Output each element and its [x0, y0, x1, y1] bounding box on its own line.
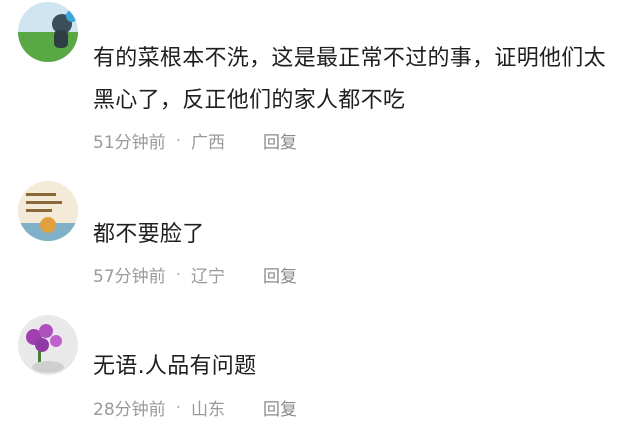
comment-text: 有的菜根本不洗，这是最正常不过的事，证明他们太黑心了，反正他们的家人都不吃: [93, 46, 606, 113]
user-avatar-green-field-icon: [18, 2, 78, 62]
comment-region: 广西: [191, 133, 226, 153]
reply-button[interactable]: 回复: [263, 262, 297, 287]
comment-time: 51分钟前: [93, 133, 166, 153]
reply-button[interactable]: 回复: [263, 128, 297, 153]
user-avatar[interactable]: [18, 315, 78, 375]
comment-time: 28分钟前: [93, 400, 166, 420]
meta-separator: ·: [175, 264, 182, 285]
comment-region: 山东: [191, 400, 226, 420]
user-avatar-purple-orchid-icon: [18, 315, 78, 375]
comment-text: 无语.人品有问题: [93, 354, 257, 379]
comment-region: 辽宁: [191, 267, 226, 287]
user-avatar-handwriting-card-icon: [18, 181, 78, 241]
comment-text: 都不要脸了: [93, 222, 205, 247]
comment-meta: 28分钟前 · 山东 回复: [93, 395, 297, 421]
comment-meta: 57分钟前 · 辽宁 回复: [93, 262, 297, 288]
reply-button[interactable]: 回复: [263, 395, 297, 420]
user-avatar[interactable]: [18, 2, 78, 62]
meta-separator: ·: [175, 397, 182, 418]
meta-separator: ·: [175, 130, 182, 151]
user-avatar[interactable]: [18, 181, 78, 241]
comment-meta: 51分钟前 · 广西 回复: [93, 128, 297, 154]
comment-time: 57分钟前: [93, 267, 166, 287]
